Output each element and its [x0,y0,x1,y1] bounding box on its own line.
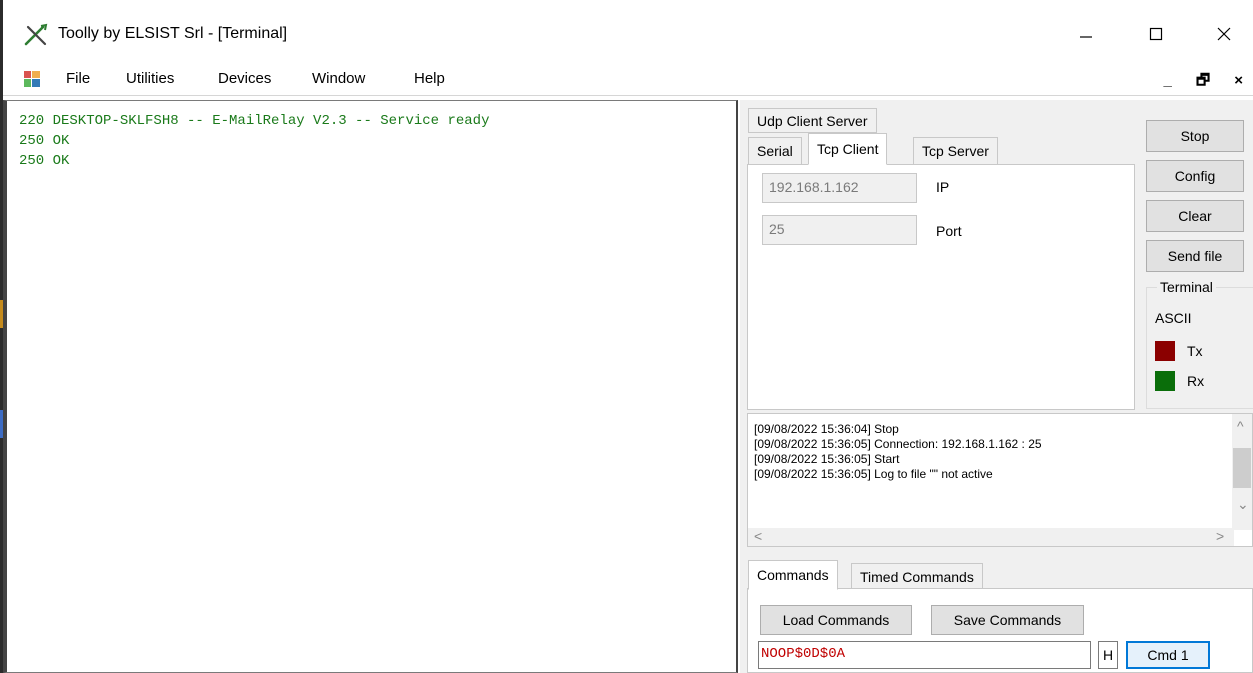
minimize-button[interactable] [1063,14,1109,54]
log-line: [09/08/2022 15:36:04] Stop [754,422,899,436]
port-field[interactable]: 25 [762,215,917,245]
stop-button[interactable]: Stop [1146,120,1244,152]
ascii-mode-label[interactable]: ASCII [1155,310,1192,326]
tx-indicator [1155,341,1175,361]
hex-toggle[interactable]: H [1098,641,1118,669]
terminal-line: 220 DESKTOP-SKLFSH8 -- E-MailRelay V2.3 … [19,113,490,129]
save-commands-button[interactable]: Save Commands [931,605,1084,635]
window-title: Toolly by ELSIST Srl - [Terminal] [58,25,288,42]
scroll-left-icon[interactable]: < [754,528,762,544]
tab-timed-commands[interactable]: Timed Commands [851,563,983,590]
maximize-button[interactable] [1133,14,1179,54]
log-line: [09/08/2022 15:36:05] Connection: 192.16… [754,437,1042,451]
menu-window[interactable]: Window [312,70,365,87]
event-log[interactable]: [09/08/2022 15:36:04] Stop [09/08/2022 1… [747,413,1253,547]
commands-pane: Load Commands Save Commands NOOP$0D$0A H… [747,588,1253,673]
clear-button[interactable]: Clear [1146,200,1244,232]
mdi-child-controls[interactable]: _ 🗗 × [1163,70,1253,95]
send-file-button[interactable]: Send file [1146,240,1244,272]
tab-tcp-server[interactable]: Tcp Server [913,137,998,165]
ip-label: IP [936,179,950,195]
menu-file[interactable]: File [66,70,90,87]
log-horizontal-scrollbar[interactable]: < > [748,528,1234,546]
config-button[interactable]: Config [1146,160,1244,192]
minimize-icon [1080,36,1092,38]
connection-panel: Udp Client Server Serial Tcp Client Tcp … [740,100,1253,673]
close-icon [1217,27,1231,41]
menu-devices[interactable]: Devices [218,70,271,87]
terminal-output[interactable]: 220 DESKTOP-SKLFSH8 -- E-MailRelay V2.3 … [3,100,738,673]
terminal-group-title: Terminal [1157,279,1216,295]
log-scroll-thumb[interactable] [1233,448,1251,488]
maximize-icon [1149,27,1163,41]
terminal-line: 250 OK [19,153,70,169]
title-bar: Toolly by ELSIST Srl - [Terminal] [3,0,1253,62]
log-line: [09/08/2022 15:36:05] Log to file "" not… [754,467,993,481]
terminal-group: Terminal ASCII Tx Rx [1146,279,1253,409]
tcp-client-pane: 192.168.1.162 IP 25 Port [747,164,1135,410]
document-window-icon[interactable] [24,71,40,87]
terminal-line: 250 OK [19,133,70,149]
chevron-down-icon[interactable]: ⌄ [1237,496,1249,513]
ip-field[interactable]: 192.168.1.162 [762,173,917,203]
tab-commands[interactable]: Commands [748,560,838,590]
menu-help[interactable]: Help [414,70,445,87]
rx-label: Rx [1187,373,1205,389]
cmd-1-button[interactable]: Cmd 1 [1126,641,1210,669]
menu-utilities[interactable]: Utilities [126,70,174,87]
rx-indicator [1155,371,1175,391]
close-button[interactable] [1201,14,1247,54]
log-line: [09/08/2022 15:36:05] Start [754,452,900,466]
tools-icon [23,23,51,47]
menu-bar: File Utilities Devices Window Help _ 🗗 × [3,62,1253,96]
tab-tcp-client[interactable]: Tcp Client [808,133,888,165]
port-label: Port [936,223,962,239]
command-input[interactable]: NOOP$0D$0A [758,641,1091,669]
tab-udp-client-server[interactable]: Udp Client Server [748,108,877,133]
log-vertical-scrollbar[interactable]: ^ ⌄ [1232,414,1252,530]
scroll-up-icon[interactable]: ^ [1237,418,1244,434]
scroll-right-icon[interactable]: > [1216,528,1224,544]
tab-serial[interactable]: Serial [748,137,802,165]
tx-label: Tx [1187,343,1203,359]
load-commands-button[interactable]: Load Commands [760,605,912,635]
